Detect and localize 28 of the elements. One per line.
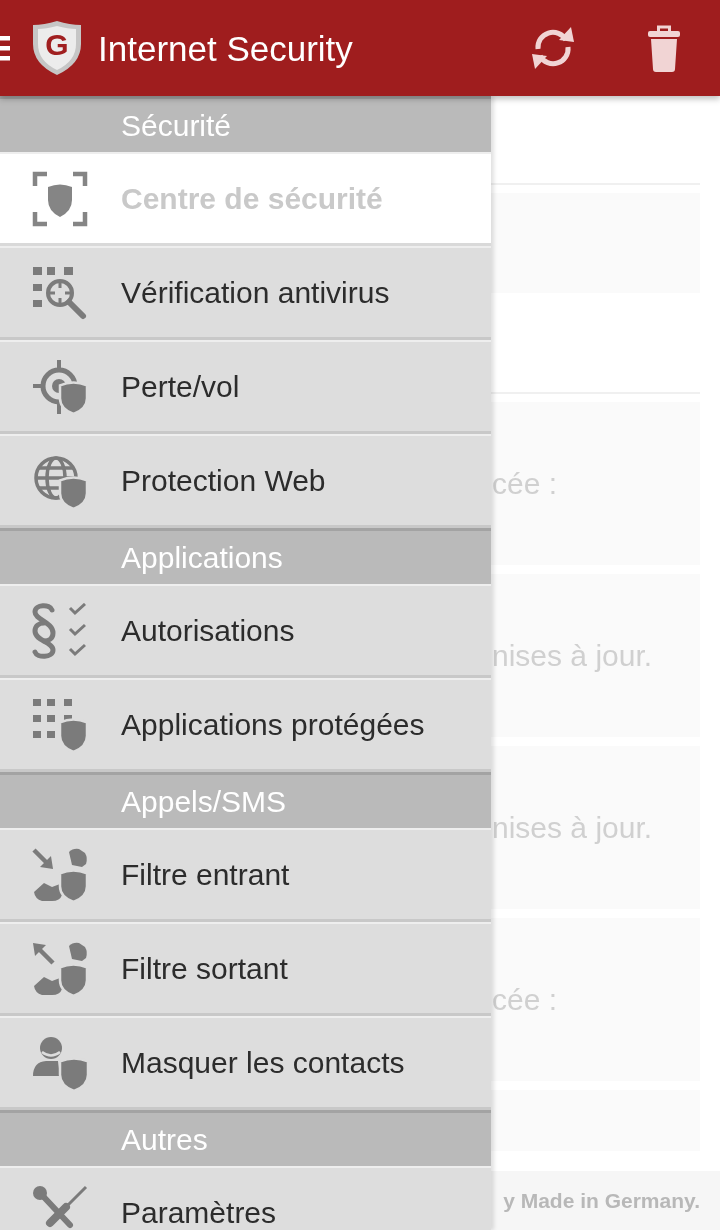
drawer-item[interactable]: Filtre sortant	[0, 922, 491, 1016]
drawer-item[interactable]: Perte/vol	[0, 340, 491, 434]
section-header: Appels/SMS	[0, 772, 491, 828]
phone-arrow-in-icon	[32, 846, 88, 903]
footer-text: y Made in Germany.	[503, 1190, 700, 1211]
target-shield-icon	[32, 358, 88, 415]
phone-arrow-out-icon	[32, 940, 88, 997]
app-title: Internet Security	[98, 30, 353, 66]
section-header: Autres	[0, 1110, 491, 1166]
grid-shield-icon	[32, 696, 88, 753]
magnifier-grid-icon	[32, 264, 88, 321]
drawer-item[interactable]: Autorisations	[0, 584, 491, 678]
drawer-item[interactable]: Paramètres	[0, 1166, 491, 1230]
wrench-screwdriver-icon	[32, 1184, 88, 1230]
shield-in-frame-icon	[32, 170, 88, 227]
drawer-item[interactable]: Applications protégées	[0, 678, 491, 772]
person-shield-icon	[32, 1034, 88, 1091]
drawer-item[interactable]: Masquer les contacts	[0, 1016, 491, 1110]
menu-icon[interactable]	[0, 35, 10, 61]
app-logo: G	[32, 20, 82, 76]
section-header: Applications	[0, 528, 491, 584]
drawer-item[interactable]: Protection Web	[0, 434, 491, 528]
trash-icon[interactable]	[648, 24, 680, 72]
drawer-item[interactable]: Vérification antivirus	[0, 246, 491, 340]
refresh-icon[interactable]	[530, 25, 576, 71]
section-header: Sécurité	[0, 96, 491, 152]
section-sign-checks-icon	[32, 602, 88, 659]
drawer-item[interactable]: Filtre entrant	[0, 828, 491, 922]
